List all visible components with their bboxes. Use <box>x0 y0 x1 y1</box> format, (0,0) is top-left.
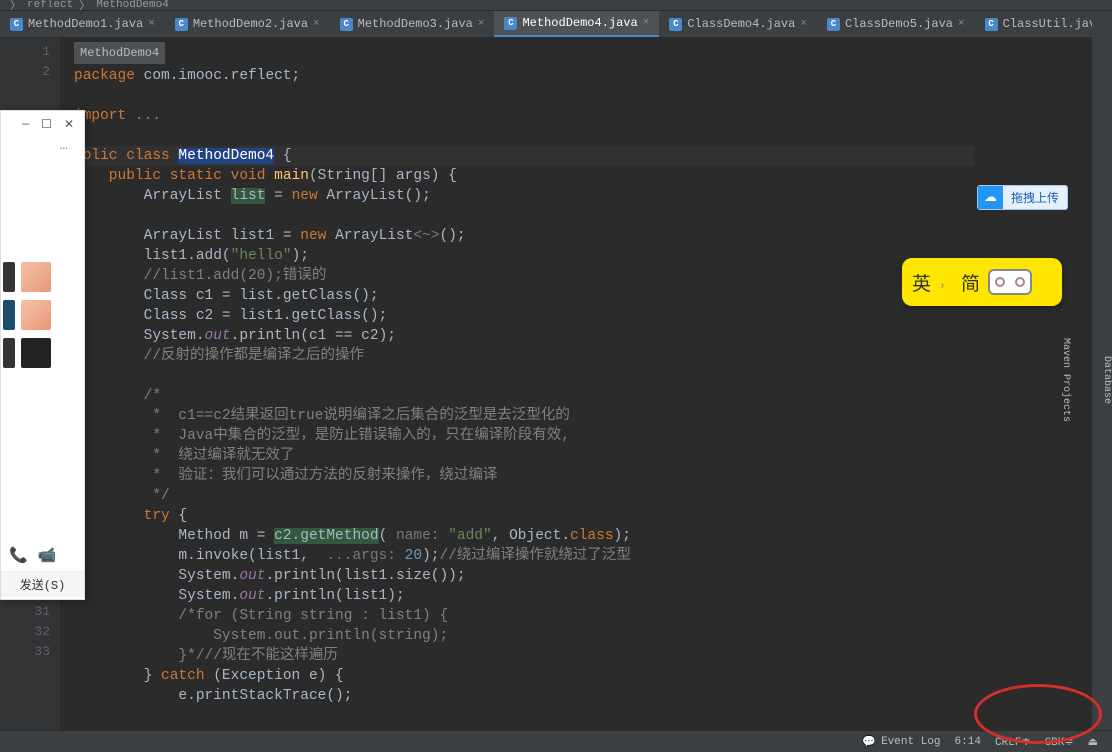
class-crumb[interactable]: MethodDemo4 <box>74 42 165 64</box>
tab-3[interactable]: C MethodDemo4.java × <box>494 11 659 37</box>
video-icon[interactable]: 📹 <box>38 546 57 565</box>
java-file-icon: C <box>827 18 840 31</box>
tab-1[interactable]: C MethodDemo2.java × <box>165 11 330 37</box>
tab-0[interactable]: C MethodDemo1.java × <box>0 11 165 37</box>
java-file-icon: C <box>340 18 353 31</box>
tab-label: ClassDemo5.java <box>845 17 953 31</box>
editor-tabs: C MethodDemo1.java × C MethodDemo2.java × C Met… <box>0 11 1112 38</box>
tab-4[interactable]: C ClassDemo4.java × <box>659 11 817 37</box>
bc-b[interactable]: MethodDemo4 <box>96 0 169 11</box>
chat-side-panel: — ☐ ✕ … 📞 📹 发送(S) <box>0 110 85 600</box>
tab-close-icon[interactable]: × <box>800 18 807 30</box>
tab-close-icon[interactable]: × <box>958 18 965 30</box>
java-file-icon: C <box>504 17 517 30</box>
tab-close-icon[interactable]: × <box>478 18 485 30</box>
java-file-icon: C <box>10 18 23 31</box>
ime-sep: ， <box>939 272 953 292</box>
bubble-icon: 💬 <box>862 735 876 749</box>
cloud-icon: ☁ <box>978 186 1003 209</box>
tab-5[interactable]: C ClassDemo5.java × <box>817 11 975 37</box>
tab-label: MethodDemo3.java <box>358 17 473 31</box>
status-bar: 💬 Event Log 6:14 CRLF≑ GBK≑ ⏏ <box>0 730 1112 752</box>
avatar-3[interactable] <box>21 338 51 368</box>
breadcrumb-bar: 〉 reflect 〉 MethodDemo4 <box>0 0 1112 11</box>
close-icon[interactable]: ✕ <box>64 117 74 132</box>
tool-maven[interactable]: Maven Projects <box>1060 338 1071 422</box>
tab-close-icon[interactable]: × <box>148 18 155 30</box>
minimize-icon[interactable]: — <box>22 117 29 132</box>
tab-label: MethodDemo2.java <box>193 17 308 31</box>
upload-label: 拖拽上传 <box>1003 189 1067 206</box>
ime-lang: 英 <box>912 269 931 296</box>
java-file-icon: C <box>175 18 188 31</box>
cursor-pos: 6:14 <box>955 736 981 748</box>
event-log-button[interactable]: 💬 Event Log <box>862 735 940 749</box>
right-toolwindow-bar: Database Maven Projects <box>1092 11 1112 730</box>
send-button[interactable]: 发送(S) <box>1 571 84 597</box>
tab-label: ClassDemo4.java <box>687 17 795 31</box>
java-file-icon: C <box>985 18 998 31</box>
maximize-icon[interactable]: ☐ <box>41 117 52 132</box>
tool-database[interactable]: Database <box>1101 356 1112 404</box>
tab-label: ClassUtil.java <box>1003 17 1104 31</box>
bc-a[interactable]: reflect <box>27 0 73 11</box>
tab-label: MethodDemo1.java <box>28 17 143 31</box>
tab-close-icon[interactable]: × <box>313 18 320 30</box>
ime-indicator[interactable]: 英 ， 简 <box>902 258 1062 306</box>
more-dots[interactable]: … <box>1 138 84 164</box>
java-file-icon: C <box>669 18 682 31</box>
editor-area: 12 2930313233 MethodDemo4 package com.im… <box>0 38 1112 730</box>
lock-icon[interactable]: ⏏ <box>1088 735 1098 749</box>
avatar-1[interactable] <box>21 262 51 292</box>
tab-close-icon[interactable]: × <box>643 17 650 29</box>
ime-mode: 简 <box>961 269 980 296</box>
upload-button[interactable]: ☁ 拖拽上传 <box>977 185 1068 210</box>
minion-eyes-icon <box>988 269 1032 295</box>
line-ending[interactable]: CRLF≑ <box>995 735 1031 749</box>
tab-label: MethodDemo4.java <box>522 16 637 30</box>
encoding[interactable]: GBK≑ <box>1045 735 1074 749</box>
tab-2[interactable]: C MethodDemo3.java × <box>330 11 495 37</box>
code-area[interactable]: MethodDemo4 package com.imooc.reflect; i… <box>60 38 1112 730</box>
avatar-2[interactable] <box>21 300 51 330</box>
phone-icon[interactable]: 📞 <box>9 546 28 565</box>
